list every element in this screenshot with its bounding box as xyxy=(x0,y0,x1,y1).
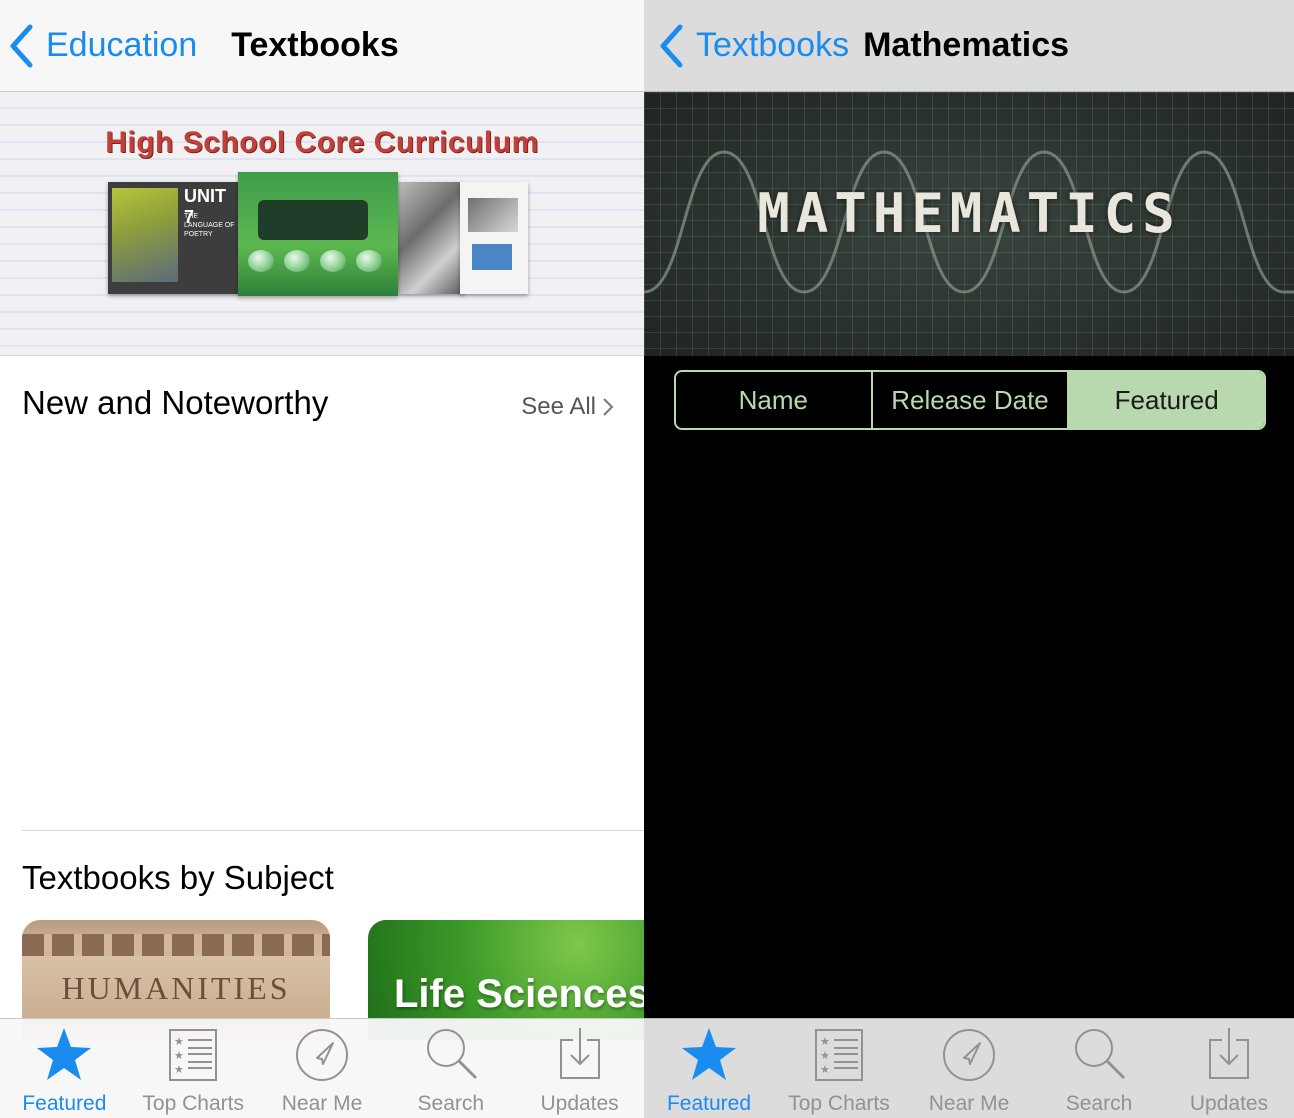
tab-label: Search xyxy=(1065,1092,1133,1115)
tab-updates[interactable]: Updates xyxy=(1164,1019,1294,1118)
book-subtitle: THE LANGUAGE OF POETRY xyxy=(184,213,235,238)
search-icon xyxy=(426,1029,477,1080)
svg-text:★: ★ xyxy=(820,1050,830,1062)
textbooks-screen: Education Textbooks High School Core Cur… xyxy=(0,0,644,1118)
mathematics-banner: MATHEMATICS xyxy=(644,92,1294,356)
navigation-bar: Education Textbooks xyxy=(0,0,644,92)
book-poetry: UNIT 7 THE LANGUAGE OF POETRY xyxy=(108,182,240,294)
mathematics-screen: Textbooks Mathematics MATHEMATICS Name R… xyxy=(644,0,1294,1118)
navigation-bar: Textbooks Mathematics xyxy=(644,0,1294,92)
chevron-left-icon xyxy=(10,24,33,67)
star-icon xyxy=(682,1028,736,1080)
tab-bar: Featured ★ ★ ★ Top Charts Near Me Search U… xyxy=(0,1018,644,1118)
tab-label: Near Me xyxy=(928,1092,1010,1115)
location-icon xyxy=(295,1029,348,1081)
svg-text:★: ★ xyxy=(174,1036,184,1048)
page-title: Textbooks xyxy=(231,26,399,64)
svg-text:★: ★ xyxy=(174,1064,184,1076)
download-icon xyxy=(1209,1028,1249,1079)
book-geology xyxy=(398,182,464,294)
segment-name[interactable]: Name xyxy=(676,372,871,428)
tab-label: Updates xyxy=(1189,1092,1269,1115)
book-geography xyxy=(460,182,528,294)
download-icon xyxy=(559,1028,600,1079)
banner-title: High School Core Curriculum xyxy=(105,126,539,159)
tab-label: Updates xyxy=(540,1092,619,1115)
tab-label: Search xyxy=(417,1092,485,1115)
back-button[interactable]: Education xyxy=(8,24,197,68)
tab-search[interactable]: Search xyxy=(386,1019,515,1118)
svg-text:★: ★ xyxy=(820,1036,830,1048)
tab-label: Top Charts xyxy=(788,1092,890,1115)
svg-text:★: ★ xyxy=(820,1064,830,1076)
tab-top-charts[interactable]: ★ ★ ★ Top Charts xyxy=(774,1019,904,1118)
book-collage: UNIT 7 THE LANGUAGE OF POETRY xyxy=(108,172,528,298)
tab-search[interactable]: Search xyxy=(1034,1019,1164,1118)
segment-featured[interactable]: Featured xyxy=(1067,372,1264,428)
section-heading-new-noteworthy: New and Noteworthy xyxy=(22,384,329,421)
tab-bar: Featured ★ ★ ★ Top Charts Near Me Search U… xyxy=(644,1018,1294,1118)
chevron-right-icon xyxy=(603,398,614,416)
back-label: Education xyxy=(46,26,198,64)
tab-featured[interactable]: Featured xyxy=(644,1019,774,1118)
page-title: Mathematics xyxy=(863,26,1070,64)
segment-release-date[interactable]: Release Date xyxy=(870,372,1068,428)
section-divider xyxy=(22,830,644,831)
see-all-link[interactable]: See All xyxy=(521,393,614,421)
search-icon xyxy=(1075,1029,1126,1080)
list-icon: ★ ★ ★ xyxy=(815,1029,863,1081)
tab-featured[interactable]: Featured xyxy=(0,1019,129,1118)
chevron-left-icon xyxy=(660,24,683,67)
see-all-label: See All xyxy=(521,393,596,420)
back-label: Textbooks xyxy=(696,26,850,64)
curriculum-banner[interactable]: High School Core Curriculum UNIT 7 THE L… xyxy=(0,92,644,356)
subject-tile-label: HUMANITIES xyxy=(61,970,291,1006)
tab-label: Top Charts xyxy=(142,1092,244,1115)
tab-label: Featured xyxy=(22,1092,107,1115)
banner-title: MATHEMATICS xyxy=(757,182,1181,245)
back-button[interactable]: Textbooks xyxy=(658,24,849,68)
location-icon xyxy=(943,1029,995,1081)
section-heading-by-subject: Textbooks by Subject xyxy=(22,859,334,896)
book-water xyxy=(238,172,398,296)
tab-near-me[interactable]: Near Me xyxy=(904,1019,1034,1118)
sort-segmented-control: Name Release Date Featured xyxy=(674,370,1266,430)
subject-tile-label: Life Sciences xyxy=(394,972,644,1016)
tab-label: Featured xyxy=(666,1092,752,1115)
tab-top-charts[interactable]: ★ ★ ★ Top Charts xyxy=(129,1019,258,1118)
tab-label: Near Me xyxy=(281,1092,363,1115)
list-icon: ★ ★ ★ xyxy=(169,1029,218,1081)
tab-near-me[interactable]: Near Me xyxy=(258,1019,387,1118)
star-icon xyxy=(37,1028,92,1080)
tab-updates[interactable]: Updates xyxy=(515,1019,644,1118)
svg-text:★: ★ xyxy=(174,1050,184,1062)
